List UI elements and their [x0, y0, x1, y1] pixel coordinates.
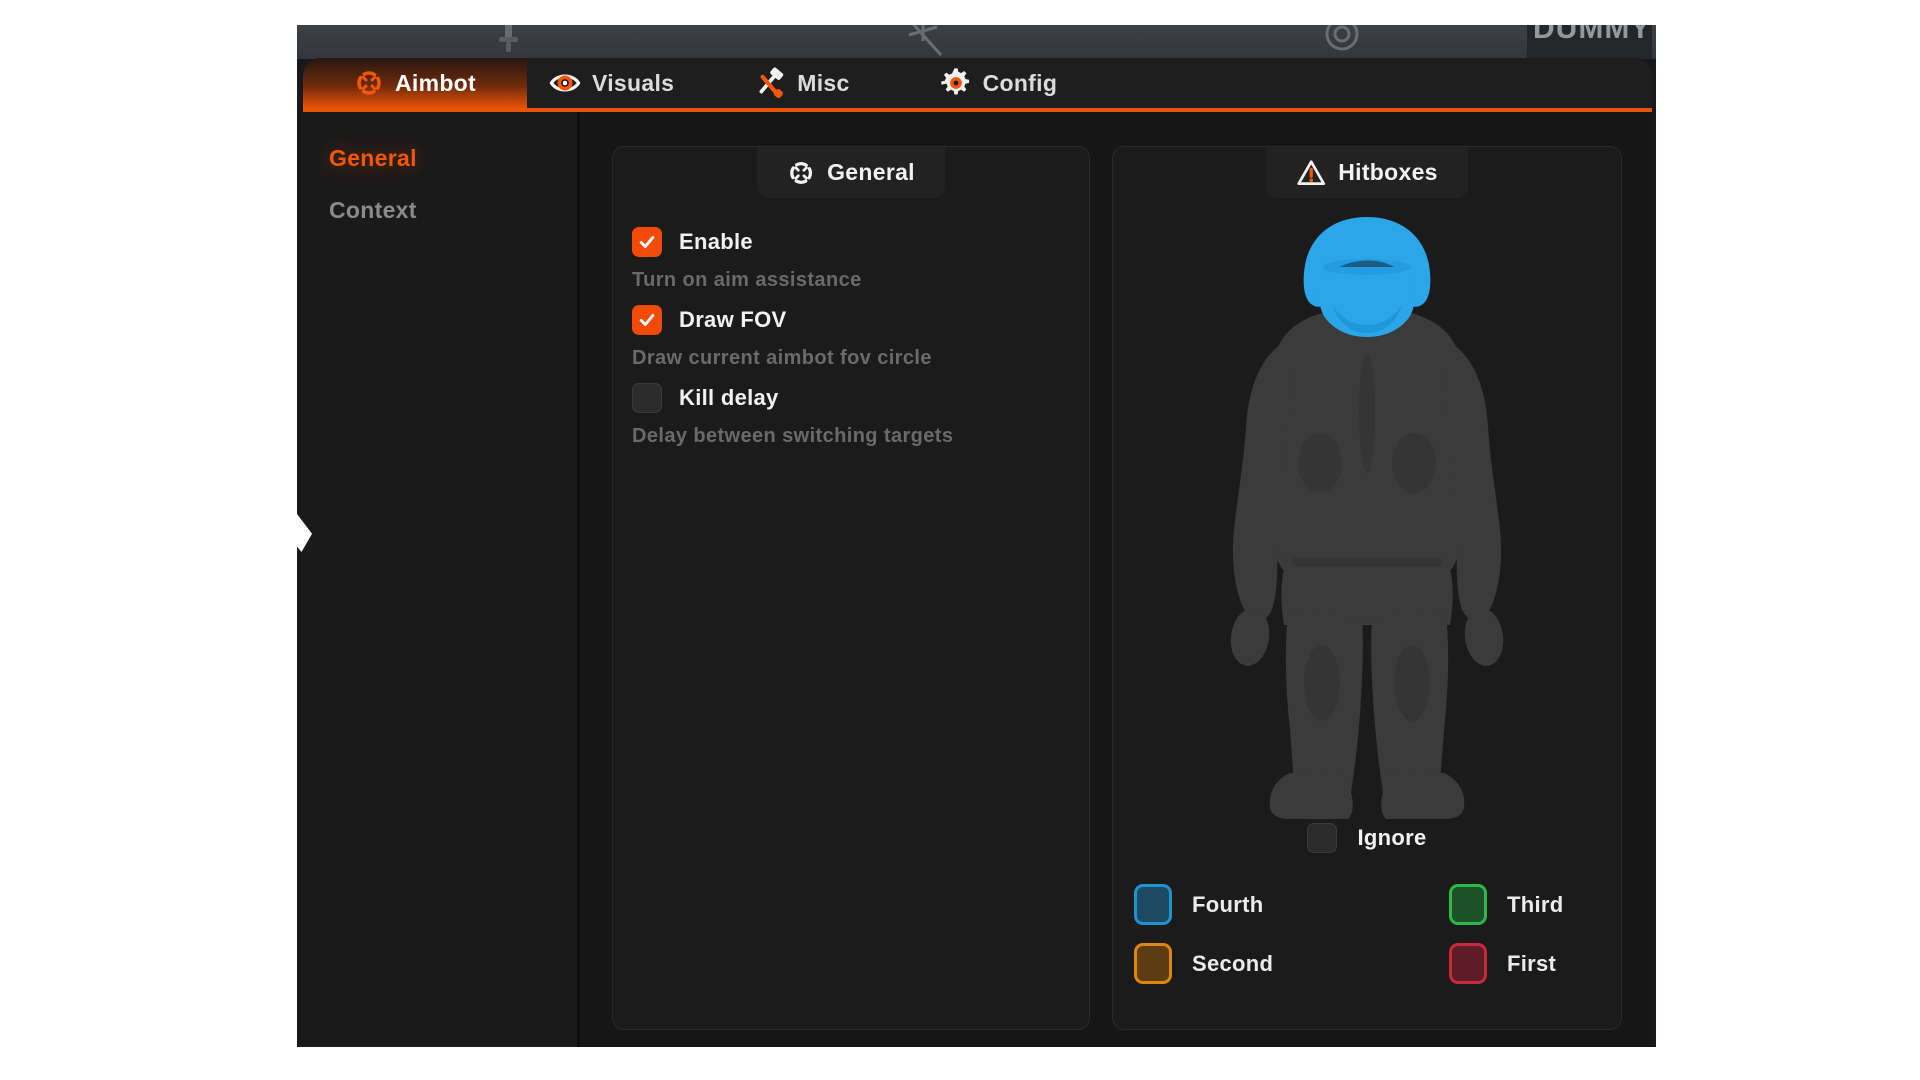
tab-label: Aimbot	[395, 70, 476, 97]
ignore-row[interactable]: Ignore	[1113, 823, 1621, 853]
legend-label: Second	[1192, 951, 1273, 977]
hitboxes-panel: Hitboxes	[1112, 146, 1622, 1030]
shield-icon	[1319, 25, 1365, 57]
option-label: Enable	[679, 229, 753, 255]
option-enable-toggle[interactable]: Enable	[632, 227, 1070, 257]
hitboxes-panel-header: Hitboxes	[1266, 147, 1468, 198]
legend-item-first: First	[1449, 943, 1600, 984]
option-kill-delay-toggle[interactable]: Kill delay	[632, 383, 1070, 413]
checkbox-enable[interactable]	[632, 227, 662, 257]
tools-icon	[754, 67, 786, 99]
panel-title: General	[827, 159, 915, 186]
crosshair-icon	[354, 68, 384, 98]
option-description: Turn on aim assistance	[632, 269, 1070, 292]
tab-label: Visuals	[592, 70, 674, 97]
cheat-menu-window: Aimbot Visuals Misc	[303, 58, 1652, 1047]
sidebar-item-context[interactable]: Context	[303, 184, 577, 236]
sidebar-item-label: Context	[329, 197, 417, 224]
gear-icon	[940, 67, 972, 99]
legend-label: First	[1507, 951, 1556, 977]
legend-item-third: Third	[1449, 884, 1600, 925]
ignore-label: Ignore	[1357, 825, 1426, 851]
screen: DUMMY Aimbot	[0, 0, 1920, 1080]
legend-item-fourth: Fourth	[1134, 884, 1449, 925]
legend-item-second: Second	[1134, 943, 1449, 984]
hitbox-model[interactable]	[1192, 213, 1542, 823]
color-swatch-fourth[interactable]	[1134, 884, 1172, 925]
crosshair-icon	[787, 159, 815, 187]
sidebar-item-label: General	[329, 145, 417, 172]
color-swatch-third[interactable]	[1449, 884, 1487, 925]
tab-misc[interactable]: Misc	[732, 58, 871, 108]
enemy-nameplate: DUMMY	[1527, 25, 1652, 59]
hitbox-priority-legend: Fourth Third Second First	[1134, 884, 1600, 984]
options-list: Enable Turn on aim assistance	[632, 227, 1070, 461]
panel-title: Hitboxes	[1338, 159, 1438, 186]
checkbox-draw-fov[interactable]	[632, 305, 662, 335]
tab-config[interactable]: Config	[918, 58, 1080, 108]
option-label: Draw FOV	[679, 307, 787, 333]
check-icon	[637, 232, 657, 252]
tab-bar: Aimbot Visuals Misc	[303, 58, 1652, 108]
option-enable: Enable Turn on aim assistance	[632, 227, 1070, 292]
knife-icon	[495, 25, 521, 55]
check-icon	[637, 310, 657, 330]
sidebar: General Context	[303, 112, 577, 1047]
warning-triangle-icon	[1296, 159, 1326, 187]
legend-label: Fourth	[1192, 892, 1263, 918]
main-content: General Enable	[580, 112, 1652, 1047]
legend-label: Third	[1507, 892, 1564, 918]
color-swatch-first[interactable]	[1449, 943, 1487, 984]
game-hud-bar: DUMMY	[297, 25, 1656, 59]
checkbox-ignore[interactable]	[1307, 823, 1337, 853]
option-description: Delay between switching targets	[632, 425, 1070, 448]
tab-label: Config	[983, 70, 1058, 97]
crosshair-icon	[897, 25, 949, 59]
general-panel-header: General	[757, 147, 945, 198]
tab-label: Misc	[797, 70, 849, 97]
option-draw-fov-toggle[interactable]: Draw FOV	[632, 305, 1070, 335]
option-description: Draw current aimbot fov circle	[632, 347, 1070, 370]
color-swatch-second[interactable]	[1134, 943, 1172, 984]
option-label: Kill delay	[679, 385, 779, 411]
option-draw-fov: Draw FOV Draw current aimbot fov circle	[632, 305, 1070, 370]
sidebar-item-general[interactable]: General	[303, 132, 577, 184]
checkbox-kill-delay[interactable]	[632, 383, 662, 413]
enemy-name: DUMMY	[1533, 25, 1651, 46]
general-panel: General Enable	[612, 146, 1090, 1030]
eye-icon	[549, 68, 581, 98]
option-kill-delay: Kill delay Delay between switching targe…	[632, 383, 1070, 448]
tab-visuals[interactable]: Visuals	[527, 58, 696, 108]
tab-aimbot[interactable]: Aimbot	[303, 58, 527, 108]
